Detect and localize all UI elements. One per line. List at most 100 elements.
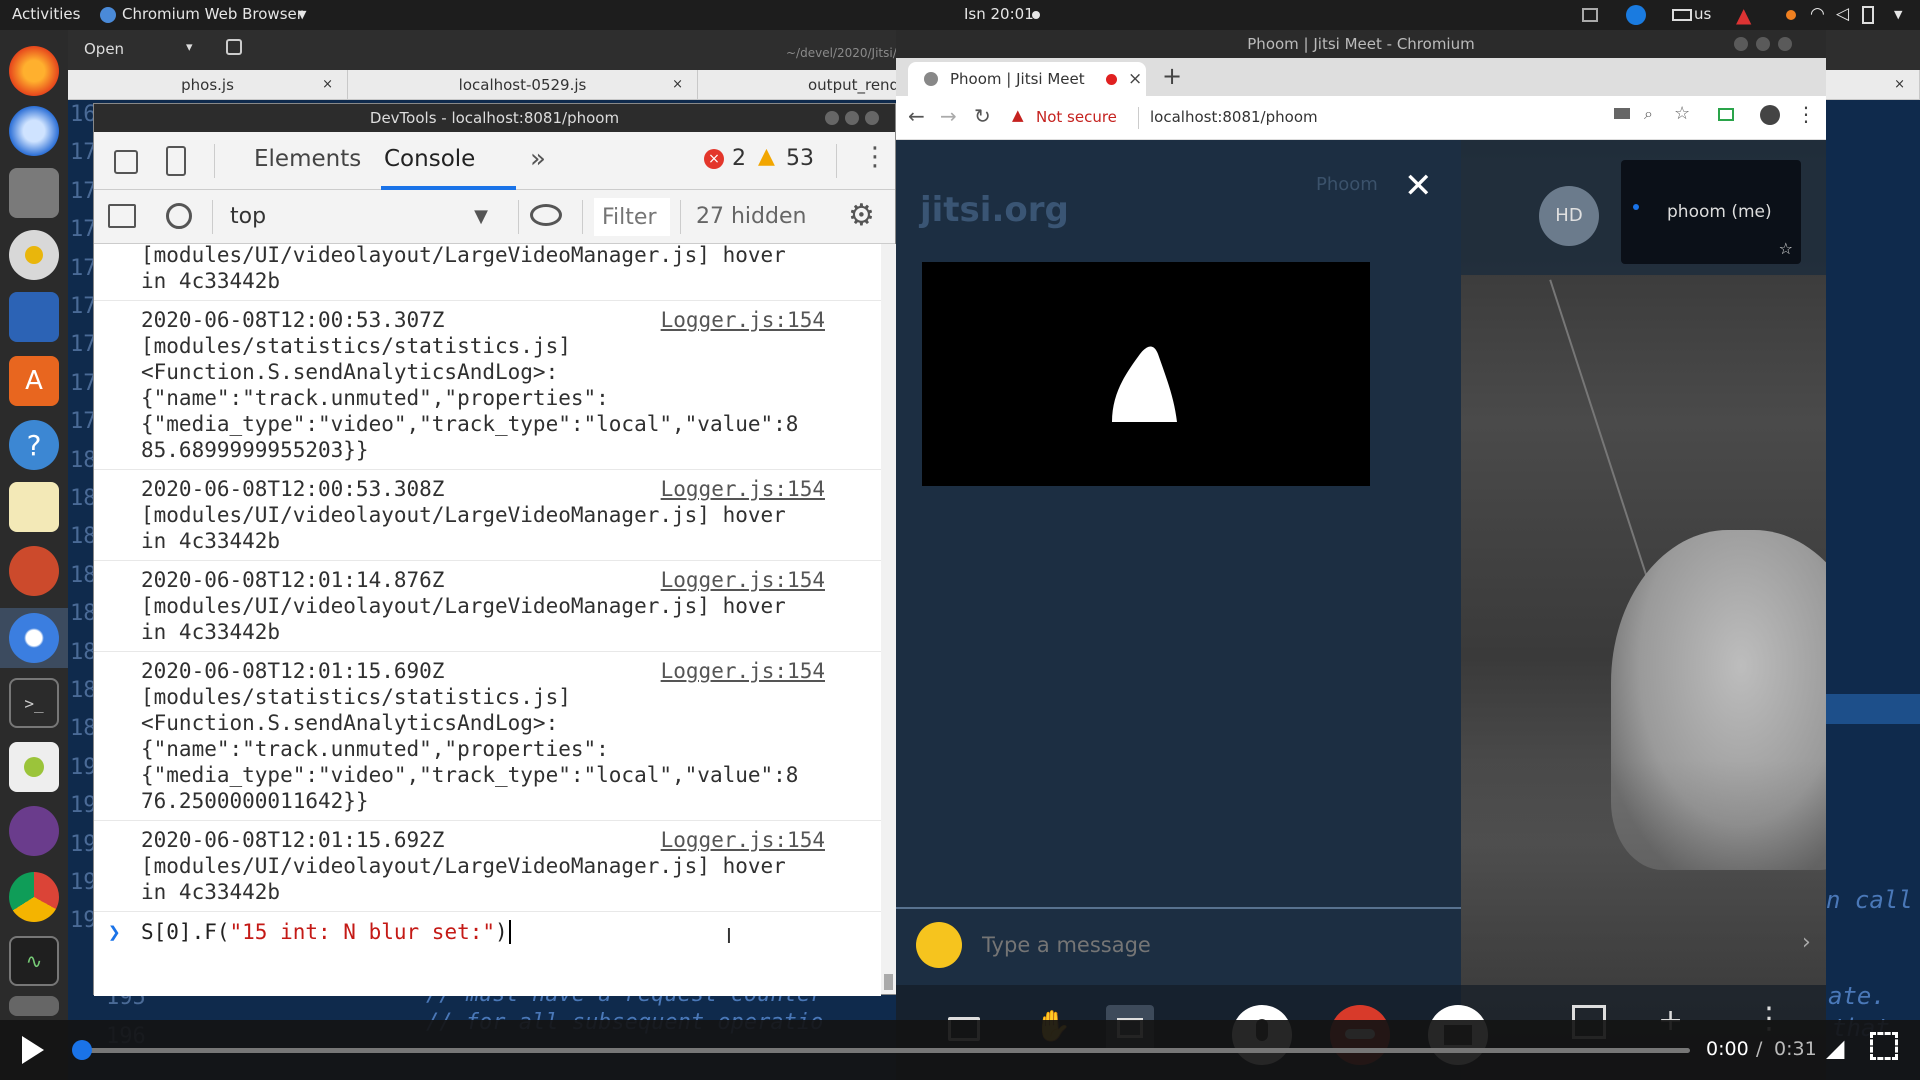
- kebab-menu-icon[interactable]: ⋮: [862, 142, 888, 172]
- maximize-icon[interactable]: [845, 111, 859, 125]
- source-link[interactable]: Logger.js:154: [661, 476, 825, 502]
- tab-elements[interactable]: Elements: [254, 146, 361, 172]
- tab-console[interactable]: Console: [384, 146, 475, 172]
- omnibox[interactable]: ▲ Not secure localhost:8081/phoom: [1006, 102, 1716, 134]
- star-icon[interactable]: ☆: [1674, 103, 1690, 124]
- emoji-picker-icon[interactable]: [916, 922, 962, 968]
- update-dot-icon[interactable]: [1786, 10, 1796, 20]
- pin-star-icon[interactable]: ☆: [1779, 239, 1793, 258]
- system-menu-chevron-icon[interactable]: ▼: [1894, 8, 1902, 21]
- url-text[interactable]: localhost:8081/phoom: [1150, 108, 1318, 126]
- brightness-icon[interactable]: [9, 742, 59, 792]
- close-icon[interactable]: ×: [672, 70, 683, 100]
- calendar-icon[interactable]: [1582, 8, 1598, 22]
- software-icon[interactable]: A: [9, 356, 59, 406]
- chat-message-input[interactable]: [982, 928, 1452, 962]
- filter-input[interactable]: [594, 198, 670, 236]
- close-icon[interactable]: [1778, 37, 1792, 51]
- seek-bar[interactable]: [72, 1040, 1690, 1060]
- warning-icon[interactable]: ▲: [1736, 3, 1751, 27]
- close-icon[interactable]: [865, 111, 879, 125]
- zoom-icon[interactable]: ⌕: [1644, 104, 1653, 124]
- camera-icon[interactable]: [1614, 108, 1630, 119]
- device-toolbar-icon[interactable]: [166, 146, 186, 176]
- console-prompt[interactable]: ❯ S[0].F("15 int: N blur set:"): [94, 912, 881, 952]
- open-button[interactable]: Open: [84, 40, 124, 58]
- source-link[interactable]: Logger.js:154: [661, 567, 825, 593]
- browser-tab[interactable]: Phoom | Jitsi Meet ×: [908, 62, 1146, 96]
- extension-icon[interactable]: [1718, 108, 1734, 121]
- new-document-icon[interactable]: [226, 39, 242, 55]
- minimize-icon[interactable]: [1734, 37, 1748, 51]
- firefox-icon[interactable]: [9, 46, 59, 96]
- source-link[interactable]: Logger.js:154: [661, 307, 825, 333]
- devtools-tabbar: Elements Console » × 2 ▲ 53 ⋮: [94, 132, 895, 190]
- divider: [1138, 107, 1139, 129]
- new-tab-icon[interactable]: +: [1162, 62, 1182, 90]
- minimize-icon[interactable]: [825, 111, 839, 125]
- activities-button[interactable]: Activities: [12, 5, 80, 23]
- source-link[interactable]: Logger.js:154: [661, 827, 825, 853]
- writer-icon[interactable]: [9, 292, 59, 342]
- profile-icon[interactable]: [1760, 105, 1780, 125]
- seek-thumb[interactable]: [72, 1040, 92, 1060]
- hidden-count[interactable]: 27 hidden: [696, 204, 806, 229]
- play-icon[interactable]: [22, 1036, 44, 1064]
- error-icon: ×: [704, 149, 724, 169]
- keyboard-layout[interactable]: us: [1694, 5, 1711, 23]
- editor-tab[interactable]: localhost-0529.js ×: [348, 70, 698, 100]
- system-monitor-icon[interactable]: ∿: [9, 936, 59, 986]
- warning-count[interactable]: 53: [786, 146, 814, 171]
- chevron-right-icon[interactable]: ›: [1802, 930, 1811, 955]
- keyboard-icon[interactable]: [1672, 9, 1692, 21]
- participant-name: phoom (me): [1667, 202, 1772, 222]
- files-icon[interactable]: [9, 168, 59, 218]
- source-link[interactable]: Logger.js:154: [661, 658, 825, 684]
- battery-icon[interactable]: [1862, 6, 1874, 24]
- app-menu[interactable]: Chromium Web Browser: [122, 5, 303, 23]
- terminal-icon[interactable]: >_: [9, 678, 59, 728]
- browser-menu-icon[interactable]: ⋮: [1796, 102, 1816, 126]
- error-count[interactable]: 2: [732, 146, 746, 171]
- close-icon[interactable]: ×: [322, 70, 333, 100]
- close-icon[interactable]: ×: [1128, 62, 1142, 96]
- clear-console-icon[interactable]: [166, 203, 192, 229]
- close-icon[interactable]: ×: [1894, 70, 1905, 100]
- volume-icon[interactable]: ◁: [1836, 4, 1849, 24]
- clock[interactable]: Isn 20:01: [964, 5, 1034, 23]
- text-editor-icon[interactable]: [9, 482, 59, 532]
- sidebar-toggle-icon[interactable]: [108, 204, 136, 228]
- tab-title: Phoom | Jitsi Meet: [950, 70, 1085, 88]
- volume-muted-icon[interactable]: ◢: [1826, 1034, 1844, 1062]
- settings-gear-icon[interactable]: ⚙: [848, 198, 875, 233]
- eye-icon[interactable]: [530, 204, 562, 226]
- help-icon[interactable]: ?: [9, 420, 59, 470]
- scrollbar-thumb[interactable]: [884, 974, 893, 990]
- chromium-icon[interactable]: [9, 613, 59, 663]
- context-selector[interactable]: top ▼: [220, 198, 498, 236]
- participant-avatar[interactable]: HD: [1539, 186, 1599, 246]
- thunderbird-icon[interactable]: [9, 106, 59, 156]
- more-tabs-icon[interactable]: »: [530, 144, 546, 174]
- settings-icon[interactable]: [9, 546, 59, 596]
- local-thumbnail[interactable]: phoom (me) ☆: [1621, 160, 1801, 264]
- reload-icon[interactable]: ↻: [974, 104, 991, 128]
- not-secure-label[interactable]: Not secure: [1036, 108, 1117, 126]
- inspect-element-icon[interactable]: [114, 150, 138, 174]
- teamviewer-icon[interactable]: [1626, 5, 1646, 25]
- maximize-icon[interactable]: [1756, 37, 1770, 51]
- rhythmbox-icon[interactable]: [9, 230, 59, 280]
- back-icon[interactable]: ←: [908, 104, 925, 128]
- address-bar: ← → ↻ ▲ Not secure localhost:8081/phoom …: [896, 96, 1826, 140]
- fullscreen-icon[interactable]: [1870, 1032, 1898, 1060]
- large-video[interactable]: [1461, 140, 1826, 1080]
- chrome-icon[interactable]: [9, 872, 59, 922]
- close-chat-icon[interactable]: ✕: [1404, 166, 1433, 206]
- editor-tab[interactable]: phos.js ×: [68, 70, 348, 100]
- forward-icon[interactable]: →: [940, 104, 957, 128]
- trash-icon[interactable]: [9, 996, 59, 1016]
- media-player-icon[interactable]: [9, 806, 59, 856]
- wifi-icon[interactable]: ◠: [1810, 4, 1825, 24]
- chromium-window: Phoom | Jitsi Meet - Chromium Phoom | Ji…: [896, 30, 1826, 1080]
- scrollbar-track[interactable]: [881, 244, 896, 994]
